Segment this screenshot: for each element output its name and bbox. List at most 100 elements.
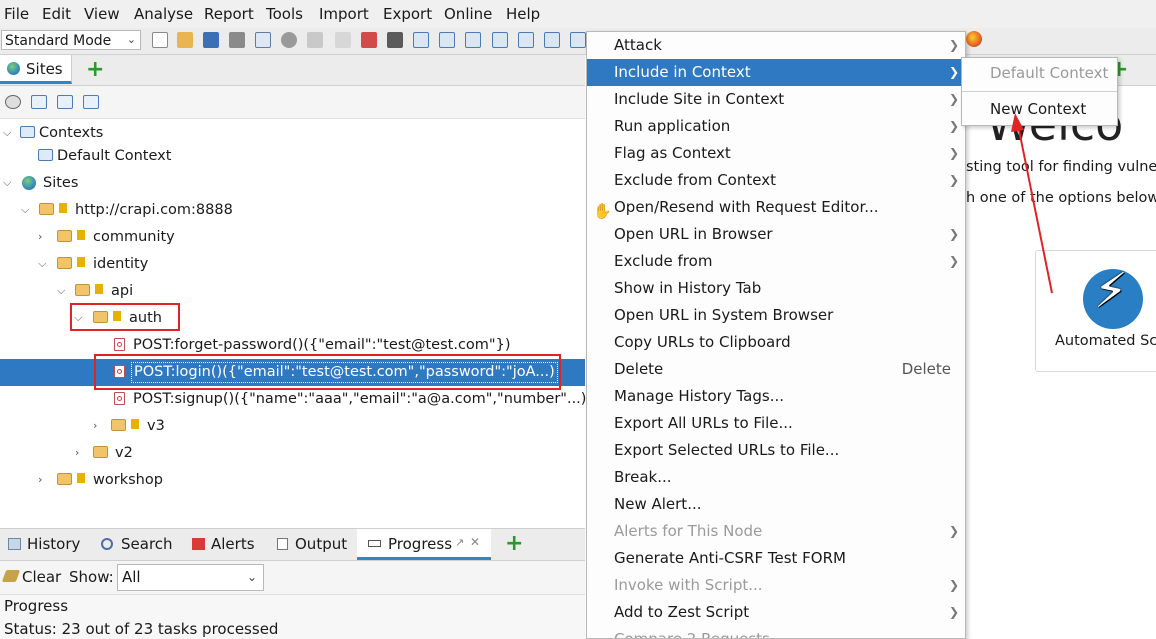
context-menu-item[interactable]: Include Site in Context ❯ <box>587 86 965 113</box>
context-menu-item[interactable]: Include in Context ❯ <box>587 59 965 86</box>
menu-analyse[interactable]: Analyse <box>134 5 193 23</box>
context-menu-item[interactable]: Show in History Tab <box>587 275 965 302</box>
remove-break-icon[interactable] <box>361 32 377 48</box>
scan-policy-icon[interactable] <box>387 32 403 48</box>
firefox-icon[interactable] <box>966 31 982 47</box>
save-session-icon[interactable] <box>203 32 219 48</box>
import-context-icon[interactable] <box>57 95 73 109</box>
context-menu-item-label: Run application <box>614 117 731 135</box>
chevron-down-icon[interactable]: ⌵ <box>3 120 11 146</box>
context-menu-item-label: Open/Resend with Request Editor... <box>614 198 879 216</box>
target-icon[interactable] <box>5 95 21 109</box>
context-menu-item[interactable]: Break... <box>587 464 965 491</box>
layout-horizontal-icon[interactable] <box>439 32 455 48</box>
add-tab-plus-icon[interactable]: + <box>86 57 104 82</box>
context-menu: Attack ❯ Include in Context ❯ Include Site i… <box>586 31 966 639</box>
chevron-right-icon[interactable]: › <box>38 467 42 493</box>
menu-import[interactable]: Import <box>319 5 369 23</box>
context-menu-item[interactable]: Attack ❯ <box>587 32 965 59</box>
chevron-down-icon[interactable]: ⌵ <box>38 251 46 277</box>
context-menu-item[interactable]: Copy URLs to Clipboard <box>587 329 965 356</box>
context-menu-item[interactable]: Exclude from Context ❯ <box>587 167 965 194</box>
pin-tabs-icon[interactable] <box>570 32 586 48</box>
tab-output[interactable]: Output <box>295 535 347 553</box>
context-menu-item[interactable]: Export All URLs to File... <box>587 410 965 437</box>
layout-full-icon[interactable] <box>413 32 429 48</box>
chevron-right-icon: ❯ <box>948 578 959 592</box>
tab-search[interactable]: Search <box>121 535 173 553</box>
context-menu-item[interactable]: Open URL in System Browser <box>587 302 965 329</box>
chevron-down-icon[interactable]: ⌵ <box>21 197 29 223</box>
context-menu-item[interactable]: Run application ❯ <box>587 113 965 140</box>
menu-export[interactable]: Export <box>383 5 432 23</box>
context-menu-item[interactable]: ✋ Open/Resend with Request Editor... <box>587 194 965 221</box>
layout-vertical-icon[interactable] <box>465 32 481 48</box>
welcome-text-1: sting tool for finding vulnera <box>966 159 1156 175</box>
context-menu-item[interactable]: Export Selected URLs to File... <box>587 437 965 464</box>
chevron-down-icon[interactable]: ⌵ <box>3 170 11 196</box>
chevron-down-icon[interactable]: ⌵ <box>57 278 65 304</box>
close-icon[interactable]: ✕ <box>470 535 480 549</box>
context-menu-item[interactable]: New Alert... <box>587 491 965 518</box>
chevron-right-icon: ❯ <box>948 65 959 79</box>
options-gear-icon[interactable] <box>281 32 297 48</box>
new-session-icon[interactable] <box>152 32 168 48</box>
progress-status: Status: 23 out of 23 tasks processed <box>4 620 279 638</box>
new-context-icon[interactable] <box>31 95 47 109</box>
tab-icons-icon[interactable] <box>544 32 560 48</box>
context-menu-item-label: Exclude from <box>614 252 713 270</box>
chevron-down-icon: ⌄ <box>246 570 257 584</box>
context-menu-item[interactable]: Open URL in Browser ❯ <box>587 221 965 248</box>
context-menu-item[interactable]: Manage History Tags... <box>587 383 965 410</box>
tab-names-icon[interactable] <box>518 32 534 48</box>
mode-select[interactable]: Standard Mode ⌄ <box>1 30 141 50</box>
chevron-right-icon: ❯ <box>948 605 959 619</box>
open-session-icon[interactable] <box>177 32 193 48</box>
tab-sites[interactable]: Sites <box>0 55 72 84</box>
history-calendar-icon <box>8 538 21 550</box>
chevron-right-icon: ❯ <box>948 146 959 160</box>
chevron-right-icon[interactable]: › <box>75 440 79 466</box>
chevron-right-icon: ❯ <box>948 254 959 268</box>
folder-icon <box>75 284 90 296</box>
layout-icon[interactable] <box>307 32 323 48</box>
search-icon <box>101 538 113 550</box>
break-icon[interactable] <box>335 32 351 48</box>
chevron-right-icon[interactable]: › <box>93 413 97 439</box>
menu-tools[interactable]: Tools <box>266 5 303 23</box>
snapshot-icon[interactable] <box>229 32 245 48</box>
chevron-right-icon: ❯ <box>948 173 959 187</box>
tab-alerts[interactable]: Alerts <box>211 535 255 553</box>
tab-history[interactable]: History <box>27 535 80 553</box>
request-icon <box>114 392 125 405</box>
show-filter-select[interactable]: All ⌄ <box>117 564 264 591</box>
context-menu-item-label: Break... <box>614 468 672 486</box>
context-menu-item-label: Generate Anti-CSRF Test FORM <box>614 549 846 567</box>
context-menu-item[interactable]: Exclude from ❯ <box>587 248 965 275</box>
menu-help[interactable]: Help <box>506 5 540 23</box>
pin-icon[interactable]: ↗ <box>455 536 464 549</box>
chevron-right-icon: ❯ <box>948 38 959 52</box>
export-context-icon[interactable] <box>83 95 99 109</box>
chevron-right-icon[interactable]: › <box>38 224 42 250</box>
submenu-new-context[interactable]: New Context <box>962 94 1117 124</box>
session-properties-icon[interactable] <box>255 32 271 48</box>
tab-sites-label: Sites <box>26 60 63 78</box>
clear-button[interactable]: Clear <box>22 568 61 586</box>
context-menu-item[interactable]: Add to Zest Script ❯ <box>587 599 965 626</box>
progress-title: Progress <box>4 597 69 615</box>
show-tabs-icon[interactable] <box>492 32 508 48</box>
context-menu-item-label: Export All URLs to File... <box>614 414 793 432</box>
menu-report[interactable]: Report <box>204 5 254 23</box>
menu-online[interactable]: Online <box>444 5 492 23</box>
context-menu-item[interactable]: Flag as Context ❯ <box>587 140 965 167</box>
menu-view[interactable]: View <box>84 5 120 23</box>
menu-file[interactable]: File <box>4 5 29 23</box>
add-tab-plus-icon[interactable]: + <box>505 531 523 556</box>
automated-scan-card[interactable]: ⚡ Automated Sca <box>1035 250 1156 372</box>
menu-edit[interactable]: Edit <box>42 5 71 23</box>
context-menu-item[interactable]: Delete Delete <box>587 356 965 383</box>
tab-progress[interactable]: Progress ↗ ✕ <box>357 529 491 560</box>
context-menu-item[interactable]: Generate Anti-CSRF Test FORM <box>587 545 965 572</box>
tree-label: workshop <box>93 472 163 488</box>
